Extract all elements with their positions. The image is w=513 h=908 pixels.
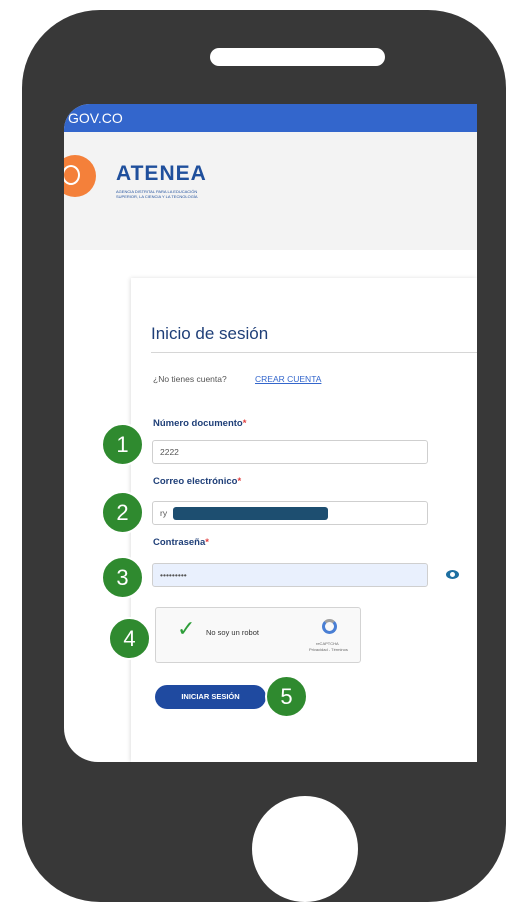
login-title: Inicio de sesión: [151, 324, 269, 343]
brand-name[interactable]: ATENEA: [116, 162, 207, 186]
email-input[interactable]: ry: [152, 501, 428, 525]
show-password-eye-icon[interactable]: [446, 570, 459, 579]
step-badge-3: 3: [101, 556, 144, 599]
document-label: Número documento*: [153, 418, 246, 429]
password-label: Contraseña*: [153, 537, 209, 548]
document-number-value: 2222: [160, 447, 179, 457]
login-submit-button[interactable]: INICIAR SESIÓN: [155, 685, 266, 709]
step-badge-4: 4: [108, 617, 151, 660]
title-divider: [151, 352, 477, 353]
email-label-text: Correo electrónico: [153, 476, 238, 487]
site-header: ATENEA AGENCIA DISTRITAL PARA LA EDUCACI…: [64, 132, 477, 250]
email-redaction-bar: [173, 507, 328, 520]
document-label-text: Número documento: [153, 418, 243, 429]
password-value: •••••••••: [160, 570, 187, 580]
required-mark: *: [205, 537, 209, 548]
step-badge-1: 1: [101, 423, 144, 466]
recaptcha-logo-icon: [322, 619, 337, 634]
gov-bar-text: GOV.CO: [68, 110, 123, 126]
brand-subtitle-line2: SUPERIOR, LA CIENCIA Y LA TECNOLOGÍA: [116, 194, 198, 199]
step-badge-2: 2: [101, 491, 144, 534]
recaptcha-brand: reCAPTCHA: [316, 641, 339, 646]
password-label-text: Contraseña: [153, 537, 206, 548]
checkmark-icon[interactable]: ✓: [177, 618, 195, 640]
required-mark: *: [242, 418, 247, 429]
step-badge-5: 5: [265, 675, 308, 718]
password-input[interactable]: •••••••••: [152, 563, 428, 587]
recaptcha-links[interactable]: Privacidad - Términos: [309, 647, 348, 652]
email-label: Correo electrónico*: [153, 476, 241, 487]
gov-bar: GOV.CO: [64, 104, 477, 132]
required-mark: *: [237, 476, 242, 487]
phone-home-button: [252, 796, 358, 902]
no-account-text: ¿No tienes cuenta?: [153, 374, 227, 384]
email-value: ry: [160, 508, 168, 518]
document-number-input[interactable]: 2222: [152, 440, 428, 464]
recaptcha-label: No soy un robot: [206, 628, 259, 637]
phone-speaker: [210, 48, 385, 66]
recaptcha-widget[interactable]: ✓ No soy un robot reCAPTCHA Privacidad -…: [155, 607, 361, 663]
logo-face-icon: [64, 165, 80, 185]
create-account-link[interactable]: CREAR CUENTA: [255, 374, 321, 384]
atenea-logo-icon[interactable]: [64, 155, 96, 197]
